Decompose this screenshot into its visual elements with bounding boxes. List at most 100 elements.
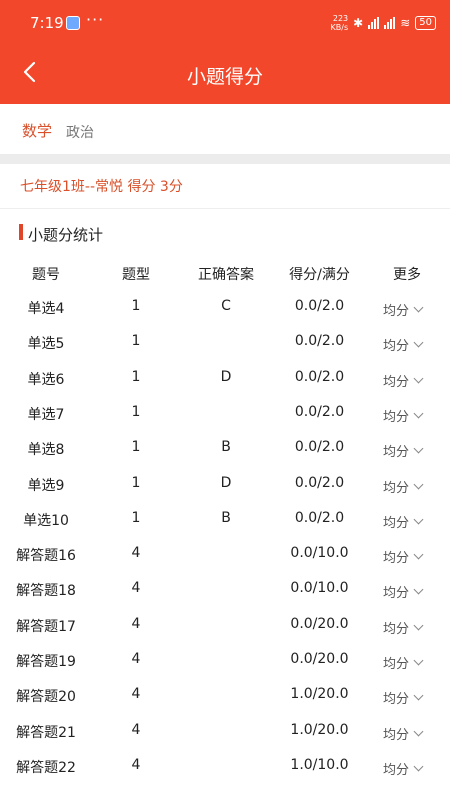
score-value: 1.0/20.0 [290, 686, 349, 703]
correct-answer: B [221, 509, 231, 526]
question-name: 解答题16 [16, 548, 76, 565]
col-header-type: 题型 [122, 267, 150, 283]
tab-politics[interactable]: 政治 [66, 122, 94, 142]
table-row: 解答题22 4 1.0/10.0 均分 [0, 757, 450, 792]
battery-icon: 50 [415, 16, 436, 30]
status-time: 7:19 [30, 14, 64, 32]
average-dropdown[interactable]: 均分 [383, 371, 424, 390]
question-name: 单选9 [27, 477, 65, 494]
question-type: 1 [131, 368, 141, 385]
question-name: 单选4 [27, 301, 65, 317]
chevron-down-icon [413, 337, 424, 348]
tab-math[interactable]: 数学 [22, 120, 52, 141]
more-notifications-icon: ··· [86, 10, 105, 29]
average-label: 均分 [383, 551, 410, 567]
score-value: 0.0/2.0 [294, 474, 345, 491]
question-type: 1 [131, 509, 141, 526]
question-name: 解答题19 [16, 654, 76, 670]
question-type: 1 [131, 403, 141, 420]
question-type: 4 [131, 721, 141, 738]
table-row: 解答题21 4 1.0/20.0 均分 [0, 722, 450, 757]
average-dropdown[interactable]: 均分 [383, 441, 424, 461]
average-dropdown[interactable]: 均分 [383, 300, 424, 319]
chevron-down-icon [413, 514, 424, 525]
chevron-down-icon [413, 655, 424, 666]
question-type: 1 [131, 333, 141, 350]
question-name: 单选7 [27, 406, 65, 423]
correct-answer: C [221, 298, 231, 314]
question-name: 解答题21 [16, 724, 76, 741]
question-name: 解答题18 [16, 583, 76, 600]
score-value: 0.0/2.0 [294, 368, 345, 385]
col-header-score: 得分/满分 [289, 267, 350, 283]
chevron-down-icon [413, 408, 424, 419]
average-dropdown[interactable]: 均分 [383, 406, 424, 425]
question-name: 单选5 [27, 336, 65, 353]
chevron-down-icon [413, 690, 424, 701]
section-gap [0, 154, 450, 164]
question-name: 解答题20 [16, 689, 76, 706]
question-type: 1 [131, 298, 141, 314]
page-title: 小题得分 [186, 66, 263, 88]
average-label: 均分 [383, 374, 410, 390]
average-dropdown[interactable]: 均分 [383, 653, 424, 672]
average-label: 均分 [383, 657, 410, 672]
average-dropdown[interactable]: 均分 [383, 759, 424, 778]
question-type: 1 [131, 474, 141, 491]
average-label: 均分 [383, 445, 410, 461]
chevron-down-icon [413, 761, 424, 772]
wifi-icon: ≋ [400, 16, 411, 30]
question-type: 4 [131, 686, 141, 703]
average-label: 均分 [383, 409, 410, 425]
score-value: 0.0/10.0 [290, 545, 349, 562]
status-icons: 223 KB/s ✱ ≋ 50 [331, 14, 436, 32]
table-row: 单选4 1 C 0.0/2.0 均分 [0, 298, 450, 333]
average-dropdown[interactable]: 均分 [383, 335, 424, 354]
table-row: 单选6 1 D 0.0/2.0 均分 [0, 369, 450, 404]
table-row: 解答题18 4 0.0/10.0 均分 [0, 580, 450, 615]
correct-answer: D [220, 368, 232, 385]
question-name: 解答题22 [16, 759, 76, 776]
average-label: 均分 [383, 727, 410, 743]
table-row: 解答题19 4 0.0/20.0 均分 [0, 651, 450, 686]
question-type: 4 [131, 545, 141, 562]
chevron-down-icon [413, 726, 424, 737]
average-dropdown[interactable]: 均分 [383, 582, 424, 602]
score-value: 1.0/10.0 [290, 756, 349, 773]
table-row: 单选5 1 0.0/2.0 均分 [0, 333, 450, 368]
signal-icon-2 [384, 17, 396, 29]
average-dropdown[interactable]: 均分 [383, 547, 424, 567]
section-title: 小题分统计 [28, 226, 104, 244]
average-dropdown[interactable]: 均分 [383, 477, 424, 496]
chevron-down-icon [413, 443, 424, 454]
student-score-line: 七年级1班--常悦 得分 3分 [20, 179, 183, 195]
notification-app-icon [66, 16, 80, 30]
score-value: 0.0/2.0 [294, 298, 345, 314]
score-value: 0.0/20.0 [290, 615, 349, 632]
col-header-answer: 正确答案 [198, 267, 254, 283]
average-label: 均分 [383, 586, 410, 602]
chevron-down-icon [413, 549, 424, 560]
average-dropdown[interactable]: 均分 [383, 512, 424, 531]
question-type: 4 [131, 580, 141, 597]
chevron-down-icon [413, 373, 424, 384]
question-name: 单选6 [27, 371, 65, 388]
header-bar: 7:19 ··· 223 KB/s ✱ ≋ 50 小题得分 [0, 0, 450, 104]
average-label: 均分 [383, 621, 410, 637]
divider [0, 208, 450, 209]
average-label: 均分 [383, 692, 410, 708]
average-label: 均分 [383, 480, 410, 496]
signal-icon [368, 17, 380, 29]
chevron-down-icon [413, 302, 424, 313]
average-label: 均分 [383, 762, 410, 778]
average-dropdown[interactable]: 均分 [383, 618, 424, 637]
score-value: 1.0/20.0 [290, 721, 349, 738]
average-dropdown[interactable]: 均分 [383, 688, 424, 708]
correct-answer: D [220, 474, 232, 491]
table-row: 解答题16 4 0.0/10.0 均分 [0, 545, 450, 580]
chevron-down-icon [413, 479, 424, 489]
question-name: 单选10 [23, 512, 69, 529]
question-type: 4 [131, 651, 141, 667]
average-dropdown[interactable]: 均分 [383, 724, 424, 743]
table-row: 单选8 1 B 0.0/2.0 均分 [0, 439, 450, 474]
